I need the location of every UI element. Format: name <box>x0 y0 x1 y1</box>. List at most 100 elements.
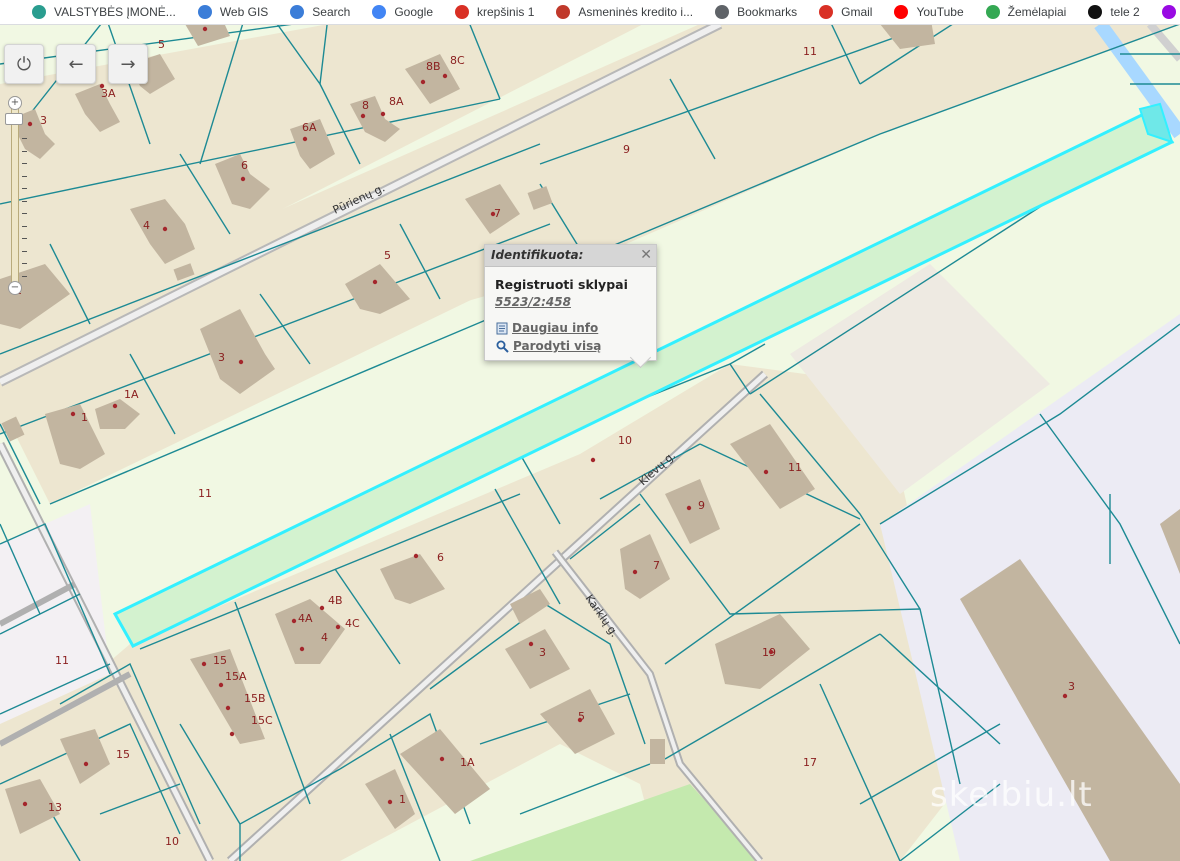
show-all-label: Parodyti visą <box>513 339 602 353</box>
parcel-number-label: 8A <box>389 95 404 108</box>
zoom-tick <box>22 200 27 202</box>
bookmark-label: krepšinis 1 <box>477 5 535 19</box>
address-point <box>335 624 341 630</box>
bookmark-item[interactable]: VALSTYBĖS ĮMONĖ... <box>20 0 186 24</box>
forward-button[interactable]: → <box>108 44 148 84</box>
bookmark-item[interactable]: Mano Telia <box>1150 0 1180 24</box>
parcel-number-label: 5 <box>384 249 391 262</box>
zoom-tick <box>22 175 27 177</box>
more-info-label: Daugiau info <box>512 321 599 335</box>
parcel-number-label: 1 <box>81 411 88 424</box>
power-icon: ⏻ <box>16 53 32 75</box>
bookmark-label: YouTube <box>916 5 964 19</box>
address-point <box>112 403 118 409</box>
popup-title: Identifikuota: <box>491 248 584 262</box>
map-canvas[interactable]: Pūrienų g. Klevų g. Karklų g. 53A38B 8C8 8… <box>0 24 1180 861</box>
parcel-number-label: 15B <box>244 692 266 705</box>
address-point <box>162 226 168 232</box>
parcel-number-label: 8 <box>362 99 369 112</box>
back-button[interactable]: ← <box>56 44 96 84</box>
power-button[interactable]: ⏻ <box>4 44 44 84</box>
bookmark-label: Asmeninės kredito i... <box>578 5 694 19</box>
parcel-number-label: 6 <box>437 551 444 564</box>
bookmark-item[interactable]: krepšinis 1 <box>443 0 544 24</box>
arrow-right-icon: → <box>120 53 136 75</box>
address-point <box>413 553 419 559</box>
parcel-number-label: 8B <box>426 60 441 73</box>
bookmark-item[interactable]: Bookmarks <box>703 0 807 24</box>
zoom-handle[interactable] <box>5 113 23 125</box>
parcel-number-label: 3 <box>218 351 225 364</box>
address-point <box>380 111 386 117</box>
bank-icon <box>556 5 571 19</box>
bookmark-label: Search <box>312 5 351 19</box>
parcel-number-label: 3A <box>101 87 116 100</box>
bookmark-item[interactable]: Asmeninės kredito i... <box>544 0 703 24</box>
bookmark-item[interactable]: Google <box>360 0 443 24</box>
parcel-id-link[interactable]: 5523/2:458 <box>495 295 571 309</box>
more-info-link[interactable]: Daugiau info <box>496 321 598 335</box>
bookmark-item[interactable]: Gmail <box>807 0 882 24</box>
parcel-number-label: 11 <box>198 487 212 500</box>
parcel-number-label: 4 <box>143 219 150 232</box>
tv-icon <box>455 5 470 19</box>
address-point <box>439 756 445 762</box>
popup-layer-name: Registruoti sklypai <box>495 277 628 292</box>
parcel-number-label: 1 <box>399 793 406 806</box>
parcel-number-label: 9 <box>623 143 630 156</box>
magnifier-icon <box>496 340 509 353</box>
zoom-tick <box>22 188 27 189</box>
parcel-number-label: 10 <box>618 434 632 447</box>
popup-header: Identifikuota: ✕ <box>485 245 656 267</box>
close-icon[interactable]: ✕ <box>640 247 652 263</box>
bookmark-label: Žemėlapiai <box>1007 5 1067 19</box>
parcel-number-label: 11 <box>788 461 802 474</box>
address-point <box>299 646 305 652</box>
parcel-number-label: 4A <box>298 612 313 625</box>
parcel-number-label: 4C <box>345 617 360 630</box>
parcel-number-label: 4B <box>328 594 343 607</box>
leaf-icon <box>32 5 46 19</box>
parcel-number-label: 3 <box>1068 680 1075 693</box>
parcel-number-label: 7 <box>653 559 660 572</box>
show-all-link[interactable]: Parodyti visą <box>496 339 601 353</box>
address-point <box>238 359 244 365</box>
address-point <box>528 641 534 647</box>
parcel-number-label: 3 <box>539 646 546 659</box>
bookmark-item[interactable]: YouTube <box>882 0 973 24</box>
address-point <box>225 705 231 711</box>
bookmark-item[interactable]: tele 2 <box>1076 0 1149 24</box>
zoom-out-button[interactable]: − <box>8 281 22 295</box>
zoom-tick <box>22 138 27 139</box>
address-point <box>302 136 308 142</box>
address-point <box>99 83 105 89</box>
star-icon <box>715 5 730 19</box>
address-point <box>201 661 207 667</box>
parcel-number-label: 15 <box>213 654 227 667</box>
zoom-in-button[interactable]: + <box>8 96 22 110</box>
parcel-number-label: 10 <box>165 835 179 848</box>
address-point <box>291 618 297 624</box>
address-point <box>240 176 246 182</box>
address-point <box>768 649 774 655</box>
parcel-number-label: 11 <box>55 654 69 667</box>
address-point <box>70 411 76 417</box>
parcel-number-label: 6 <box>241 159 248 172</box>
bookmark-label: tele 2 <box>1110 5 1140 19</box>
bookmark-item[interactable]: Web GIS <box>186 0 278 24</box>
youtube-icon <box>894 5 909 19</box>
parcel-number-label: 8C <box>450 54 465 67</box>
zoom-tick <box>22 225 27 227</box>
zoom-tick <box>22 238 27 239</box>
bookmark-item[interactable]: Žemėlapiai <box>974 0 1077 24</box>
zoom-tick <box>22 150 27 152</box>
maps-icon <box>985 5 1000 19</box>
address-point <box>590 457 596 463</box>
address-point <box>229 731 235 737</box>
bookmarks-bar: VALSTYBĖS ĮMONĖ... Web GIS Search Google kre… <box>0 0 1180 25</box>
zoom-tick <box>22 250 27 252</box>
address-point <box>632 569 638 575</box>
parcel-number-label: 9 <box>698 499 705 512</box>
bookmark-item[interactable]: Search <box>278 0 360 24</box>
arrow-left-icon: ← <box>68 53 84 75</box>
